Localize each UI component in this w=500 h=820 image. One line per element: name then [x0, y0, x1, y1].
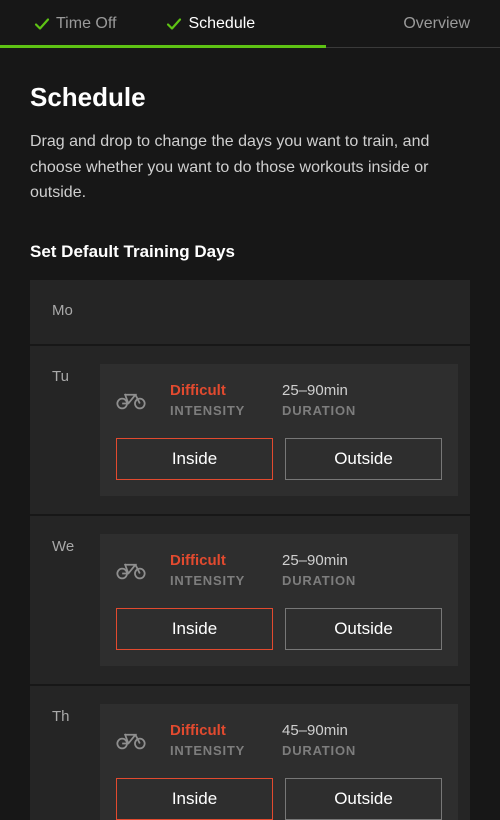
inside-button[interactable]: Inside — [116, 778, 273, 820]
duration-value: 25–90min — [282, 552, 356, 569]
difficulty-value: Difficult — [170, 722, 282, 739]
days-list: Mo Tu Difficult INTENSITY 25 — [30, 280, 470, 820]
tab-schedule[interactable]: Schedule — [136, 0, 285, 47]
day-row-we[interactable]: We Difficult INTENSITY 25–90min DURATION — [30, 516, 470, 684]
intensity-label: INTENSITY — [170, 573, 282, 588]
outside-button[interactable]: Outside — [285, 778, 442, 820]
section-title: Set Default Training Days — [30, 242, 470, 262]
tab-underline — [0, 45, 326, 48]
tab-label: Overview — [403, 15, 470, 33]
location-toggle: Inside Outside — [116, 608, 442, 650]
day-label: We — [30, 516, 100, 555]
duration-col: 45–90min DURATION — [282, 722, 356, 758]
day-row-th[interactable]: Th Difficult INTENSITY 45–90min DURATION — [30, 686, 470, 820]
duration-label: DURATION — [282, 743, 356, 758]
intensity-col: Difficult INTENSITY — [170, 382, 282, 418]
intensity-col: Difficult INTENSITY — [170, 552, 282, 588]
tab-time-off[interactable]: Time Off — [0, 0, 136, 47]
card-top: Difficult INTENSITY 45–90min DURATION — [116, 722, 442, 758]
duration-col: 25–90min DURATION — [282, 382, 356, 418]
bike-icon — [116, 560, 170, 580]
tab-label: Time Off — [56, 15, 116, 33]
card-top: Difficult INTENSITY 25–90min DURATION — [116, 552, 442, 588]
check-icon — [166, 16, 182, 32]
day-label: Th — [30, 686, 100, 725]
inside-button[interactable]: Inside — [116, 438, 273, 480]
outside-button[interactable]: Outside — [285, 438, 442, 480]
duration-value: 45–90min — [282, 722, 356, 739]
difficulty-value: Difficult — [170, 552, 282, 569]
page-description: Drag and drop to change the days you wan… — [30, 129, 470, 206]
day-card[interactable]: Difficult INTENSITY 25–90min DURATION In… — [100, 534, 458, 666]
day-label: Mo — [30, 280, 100, 319]
tab-label: Schedule — [188, 15, 255, 33]
day-label: Tu — [30, 346, 100, 385]
duration-col: 25–90min DURATION — [282, 552, 356, 588]
check-icon — [34, 16, 50, 32]
outside-button[interactable]: Outside — [285, 608, 442, 650]
intensity-col: Difficult INTENSITY — [170, 722, 282, 758]
tab-overview[interactable]: Overview — [285, 0, 500, 47]
inside-button[interactable]: Inside — [116, 608, 273, 650]
day-row-tu[interactable]: Tu Difficult INTENSITY 25–90min DURATION — [30, 346, 470, 514]
difficulty-value: Difficult — [170, 382, 282, 399]
content: Schedule Drag and drop to change the day… — [0, 48, 500, 820]
bike-icon — [116, 730, 170, 750]
bike-icon — [116, 390, 170, 410]
duration-label: DURATION — [282, 403, 356, 418]
page-title: Schedule — [30, 82, 470, 113]
location-toggle: Inside Outside — [116, 438, 442, 480]
day-card[interactable]: Difficult INTENSITY 45–90min DURATION In… — [100, 704, 458, 820]
duration-value: 25–90min — [282, 382, 356, 399]
location-toggle: Inside Outside — [116, 778, 442, 820]
day-card[interactable]: Difficult INTENSITY 25–90min DURATION In… — [100, 364, 458, 496]
card-top: Difficult INTENSITY 25–90min DURATION — [116, 382, 442, 418]
tab-bar: Time Off Schedule Overview — [0, 0, 500, 48]
day-row-mo[interactable]: Mo — [30, 280, 470, 344]
duration-label: DURATION — [282, 573, 356, 588]
intensity-label: INTENSITY — [170, 743, 282, 758]
intensity-label: INTENSITY — [170, 403, 282, 418]
